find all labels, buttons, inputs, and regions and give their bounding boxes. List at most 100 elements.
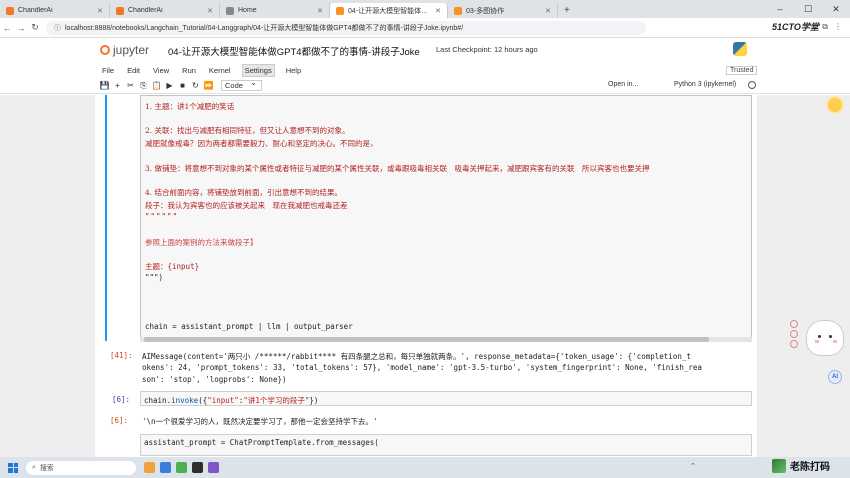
maximize-icon[interactable]: ☐ — [794, 4, 822, 15]
info-icon: ⓘ — [54, 24, 61, 32]
cat-mascot[interactable] — [806, 320, 844, 356]
code-cell[interactable]: chain.invoke({"input":"讲1个学习的段子"}) — [140, 391, 752, 406]
tool-icon[interactable] — [790, 320, 798, 328]
url-input[interactable]: ⓘ localhost:8888/notebooks/Langchain_Tuto… — [46, 20, 646, 35]
watermark-logo-icon — [772, 458, 786, 473]
menu-bar: File Edit View Run Kernel Settings Help — [0, 62, 850, 78]
cell-code: assistant_prompt = ChatPromptTemplate.fr… — [144, 438, 379, 447]
menu-icon[interactable]: ⋮ — [834, 22, 842, 32]
browser-tab[interactable]: ChandlerAi ✕ — [0, 3, 110, 18]
browser-tab[interactable]: 03-多图协作 ✕ — [448, 3, 558, 18]
code-cell-editor[interactable]: 1. 主题：讲1个减肥的笑话 2. 关联：找出与减肥有相同特征，但又让人意想不到… — [140, 95, 752, 341]
editor-line: 4. 结合前面内容，将铺垫放到前面，引出意想不到的结果。 — [145, 188, 343, 197]
chevron-up-icon[interactable]: ⌃ — [690, 463, 696, 470]
app-icon[interactable] — [208, 462, 219, 473]
cell-type-select[interactable]: Code — [221, 78, 262, 91]
system-tray: ⌃ — [690, 462, 696, 470]
menu-file[interactable]: File — [100, 65, 116, 76]
back-icon[interactable]: ← — [0, 23, 14, 33]
editor-line: """""" — [145, 212, 179, 221]
browser-icon[interactable] — [160, 462, 171, 473]
browser-tabbar: ChandlerAi ✕ ChandlerAi ✕ Home ✕ 04-让开源大模型智… — [0, 0, 850, 18]
active-cell-indicator — [105, 95, 107, 341]
search-icon: ⌕ — [32, 463, 36, 471]
menu-help[interactable]: Help — [284, 65, 303, 76]
editor-line: 1. 主题：讲1个减肥的笑话 — [145, 102, 235, 111]
close-icon[interactable]: ✕ — [97, 7, 103, 15]
close-icon[interactable]: ✕ — [545, 7, 551, 15]
menu-run[interactable]: Run — [180, 65, 198, 76]
taskbar-apps — [144, 462, 219, 473]
terminal-icon[interactable] — [192, 462, 203, 473]
file-explorer-icon[interactable] — [144, 462, 155, 473]
jupyter-favicon-icon — [336, 6, 344, 15]
input-prompt: [6]: — [112, 395, 131, 404]
cat-blush — [815, 340, 837, 343]
jupyter-logo[interactable]: jupyter — [100, 43, 149, 57]
editor-line: 主题：{input} — [145, 262, 200, 271]
kernel-name[interactable]: Python 3 (ipykernel) — [674, 81, 736, 88]
jupyter-header: jupyter 04-让开源大模型智能体做GPT4都做不了的事情-讲段子Joke… — [0, 38, 850, 62]
stop-icon[interactable]: ■ — [176, 81, 189, 90]
open-in-button[interactable]: Open in... — [608, 81, 638, 88]
restart-icon[interactable]: ↻ — [189, 81, 202, 90]
output-text: AIMessage(content='两只小 /******/rabbit***… — [142, 352, 691, 361]
cat-eye — [818, 335, 821, 338]
menu-view[interactable]: View — [151, 65, 171, 76]
tool-icon[interactable] — [790, 340, 798, 348]
menu-kernel[interactable]: Kernel — [207, 65, 233, 76]
editor-line: 参照上面的案例的方法来做段子】 — [145, 238, 258, 247]
assistant-sun-icon[interactable] — [828, 98, 842, 112]
editor-line: chain = assistant_prompt | llm | output_… — [145, 322, 353, 331]
windows-start-icon[interactable] — [8, 462, 18, 473]
cell-code: chain.invoke({"input":"讲1个学习的段子"}) — [144, 396, 319, 405]
close-icon[interactable]: ✕ — [317, 7, 323, 15]
browser-tab-active[interactable]: 04-让开源大模型智能体做GPT4✕ — [330, 3, 448, 18]
save-icon[interactable]: 💾 — [98, 81, 111, 90]
chandler-favicon-icon — [116, 6, 124, 15]
window-controls: – ☐ ✕ — [766, 0, 850, 18]
browser-tab[interactable]: Home ✕ — [220, 3, 330, 18]
browser-tab[interactable]: ChandlerAi ✕ — [110, 3, 220, 18]
taskbar-search[interactable]: ⌕ 搜索 — [26, 460, 136, 475]
close-icon[interactable]: ✕ — [207, 7, 213, 15]
tool-icon[interactable] — [790, 330, 798, 338]
screen: ChandlerAi ✕ ChandlerAi ✕ Home ✕ 04-让开源大模型智… — [0, 0, 850, 478]
code-cell[interactable]: assistant_prompt = ChatPromptTemplate.fr… — [140, 434, 752, 456]
reload-icon[interactable]: ↻ — [28, 22, 42, 33]
editor-line: 3. 做铺垫：将意想不到对象的某个属性或者特征与减肥的某个属性关联，或毒跟吸毒相… — [145, 164, 650, 173]
menu-edit[interactable]: Edit — [125, 65, 142, 76]
editor-line: 2. 关联：找出与减肥有相同特征，但又让人意想不到的对象。 — [145, 126, 350, 135]
new-tab-button[interactable]: + — [558, 3, 576, 18]
extensions-icon[interactable]: ⧉ — [822, 22, 828, 32]
menu-settings[interactable]: Settings — [241, 63, 275, 77]
side-tool-icons — [790, 320, 798, 348]
python-logo-icon — [733, 42, 747, 56]
notebook-title[interactable]: 04-让开源大模型智能体做GPT4都做不了的事情-讲段子Joke — [168, 44, 420, 58]
star-icon[interactable]: ☆ — [809, 22, 816, 32]
address-bar: ← → ↻ ⓘ localhost:8888/notebooks/Langchai… — [0, 18, 850, 38]
horizontal-scrollbar[interactable] — [140, 337, 752, 342]
watermark: 老陈打码 — [772, 458, 830, 473]
fast-forward-icon[interactable]: ⏩ — [202, 81, 215, 90]
minimize-icon[interactable]: – — [766, 4, 794, 14]
paste-icon[interactable]: 📋 — [150, 81, 163, 90]
jupyter-favicon-icon — [454, 6, 462, 15]
chandler-favicon-icon — [6, 6, 14, 15]
cut-icon[interactable]: ✂ — [124, 81, 137, 90]
trusted-badge[interactable]: Trusted — [726, 66, 758, 75]
output-text: son': 'stop', 'logprobs': None}) — [142, 375, 287, 384]
checkpoint-status: Last Checkpoint: 12 hours ago — [436, 45, 538, 54]
kernel-status-icon — [748, 81, 756, 89]
chrome-icon[interactable] — [176, 462, 187, 473]
copy-icon[interactable]: ⎘ — [137, 81, 150, 91]
scrollbar-thumb[interactable] — [144, 337, 709, 342]
jupyter-orb-icon — [100, 45, 110, 55]
ai-assistant-icon[interactable]: AI — [828, 370, 842, 384]
run-icon[interactable]: ▶ — [163, 81, 176, 90]
close-icon[interactable]: ✕ — [435, 7, 441, 15]
close-window-icon[interactable]: ✕ — [822, 4, 850, 15]
forward-icon[interactable]: → — [14, 23, 28, 33]
add-cell-icon[interactable]: + — [111, 81, 124, 90]
editor-line: 段子：我认为宾客也的应该被关起来 现在我减肥也戒毒还差 — [145, 201, 348, 210]
